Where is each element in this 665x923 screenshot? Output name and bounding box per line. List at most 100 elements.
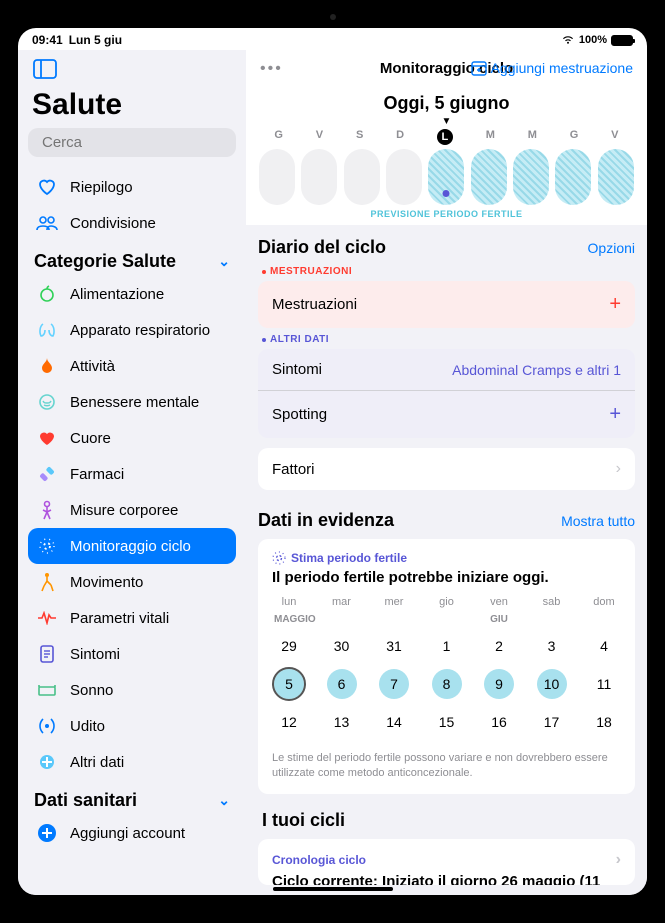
weekday-label: dom <box>589 596 619 608</box>
category-icon <box>36 355 58 377</box>
highlights-title: Dati in evidenza <box>258 510 394 531</box>
calendar-day[interactable]: 4 <box>589 631 619 661</box>
weekday-label: mar <box>327 596 357 608</box>
sidebar-item-category[interactable]: Alimentazione <box>28 276 236 312</box>
sidebar-item-category[interactable]: Sonno <box>28 672 236 708</box>
day-label: L <box>437 129 453 145</box>
day-oval[interactable] <box>598 149 634 205</box>
calendar-day[interactable]: 14 <box>379 707 409 737</box>
sidebar-label: Alimentazione <box>70 286 164 303</box>
sidebar-item-category[interactable]: Attività <box>28 348 236 384</box>
sidebar-item-category[interactable]: Misure corporee <box>28 492 236 528</box>
calendar-day[interactable]: 1 <box>432 631 462 661</box>
sidebar-label: Aggiungi account <box>70 825 185 842</box>
category-icon <box>36 427 58 449</box>
day-label: M <box>486 129 495 145</box>
sidebar-item-sharing[interactable]: Condivisione <box>28 205 236 241</box>
wifi-icon <box>561 35 575 45</box>
estimate-label: Stima periodo fertile <box>272 551 621 565</box>
sidebar-toggle-icon[interactable] <box>28 54 62 84</box>
search-input[interactable] <box>28 128 236 157</box>
category-icon <box>36 391 58 413</box>
sidebar-item-category[interactable]: Monitoraggio ciclo <box>28 528 236 564</box>
sidebar-item-category[interactable]: Apparato respiratorio <box>28 312 236 348</box>
disclaimer-text: Le stime del periodo fertile possono var… <box>272 751 621 782</box>
category-icon <box>36 679 58 701</box>
sidebar-label: Farmaci <box>70 466 124 483</box>
sidebar-label: Altri dati <box>70 754 124 771</box>
sidebar-label: Benessere mentale <box>70 394 199 411</box>
sidebar-item-add-account[interactable]: Aggiungi account <box>28 815 236 851</box>
category-icon <box>36 751 58 773</box>
day-oval[interactable] <box>471 149 507 205</box>
day-oval[interactable] <box>344 149 380 205</box>
calendar-day[interactable]: 5 <box>274 669 304 699</box>
calendar-day[interactable]: 30 <box>327 631 357 661</box>
day-label: D <box>396 129 404 145</box>
menstruation-row[interactable]: Mestruazioni + <box>258 281 635 328</box>
calendar-plus-icon <box>471 60 487 76</box>
sidebar-label: Parametri vitali <box>70 610 169 627</box>
plus-circle-icon <box>36 822 58 844</box>
sidebar-item-summary[interactable]: Riepilogo <box>28 169 236 205</box>
calendar-day[interactable]: 8 <box>432 669 462 699</box>
sidebar-label: Sonno <box>70 682 113 699</box>
calendar-day[interactable]: 3 <box>537 631 567 661</box>
calendar-day[interactable]: 6 <box>327 669 357 699</box>
category-icon <box>36 535 58 557</box>
factors-row[interactable]: Fattori › <box>258 448 635 490</box>
calendar-day[interactable]: 7 <box>379 669 409 699</box>
sidebar-label: Misure corporee <box>70 502 178 519</box>
diary-options-link[interactable]: Opzioni <box>588 240 635 256</box>
chronology-card[interactable]: Cronologia ciclo › Ciclo corrente: Inizi… <box>258 839 635 885</box>
chevron-down-icon: ⌄ <box>218 792 230 809</box>
sidebar-item-category[interactable]: Cuore <box>28 420 236 456</box>
sidebar-item-category[interactable]: Altri dati <box>28 744 236 780</box>
sidebar-item-category[interactable]: Udito <box>28 708 236 744</box>
sidebar-item-category[interactable]: Sintomi <box>28 636 236 672</box>
day-oval[interactable] <box>513 149 549 205</box>
day-oval[interactable] <box>428 149 464 205</box>
sidebar-label: Apparato respiratorio <box>70 322 210 339</box>
sidebar-label: Monitoraggio ciclo <box>70 538 191 555</box>
calendar-day[interactable]: 31 <box>379 631 409 661</box>
calendar-day[interactable]: 12 <box>274 707 304 737</box>
calendar-day[interactable]: 16 <box>484 707 514 737</box>
weekday-label: ven <box>484 596 514 608</box>
category-icon <box>36 607 58 629</box>
category-icon <box>36 319 58 341</box>
day-oval[interactable] <box>259 149 295 205</box>
symptoms-row[interactable]: Sintomi Abdominal Cramps e altri 1 <box>258 349 635 391</box>
week-strip[interactable]: GVSDLMMGV PREVISIONE PERIODO FERTILE <box>246 129 647 225</box>
sidebar-item-category[interactable]: Movimento <box>28 564 236 600</box>
calendar-day[interactable]: 29 <box>274 631 304 661</box>
day-label: G <box>570 129 579 145</box>
show-all-link[interactable]: Mostra tutto <box>561 513 635 529</box>
categories-header[interactable]: Categorie Salute ⌄ <box>28 241 236 276</box>
calendar-day[interactable]: 11 <box>589 669 619 699</box>
calendar-day[interactable]: 17 <box>537 707 567 737</box>
calendar-day[interactable]: 2 <box>484 631 514 661</box>
sidebar-label: Cuore <box>70 430 111 447</box>
weekday-label: gio <box>432 596 462 608</box>
sidebar-item-category[interactable]: Benessere mentale <box>28 384 236 420</box>
fertile-prediction-label: PREVISIONE PERIODO FERTILE <box>258 209 635 219</box>
sidebar-item-category[interactable]: Parametri vitali <box>28 600 236 636</box>
health-data-header[interactable]: Dati sanitari ⌄ <box>28 780 236 815</box>
day-oval[interactable] <box>555 149 591 205</box>
calendar-day[interactable]: 18 <box>589 707 619 737</box>
calendar-day[interactable]: 9 <box>484 669 514 699</box>
spotting-row[interactable]: Spotting + <box>258 391 635 438</box>
sidebar-label: Attività <box>70 358 115 375</box>
calendar-day[interactable]: 15 <box>432 707 462 737</box>
add-period-button[interactable]: Aggiungi mestruazione <box>471 60 633 76</box>
day-oval[interactable] <box>386 149 422 205</box>
sidebar-item-category[interactable]: Farmaci <box>28 456 236 492</box>
calendar-day[interactable]: 13 <box>327 707 357 737</box>
fertile-estimate-card[interactable]: Stima periodo fertile Il periodo fertile… <box>258 539 635 794</box>
more-icon[interactable]: ••• <box>260 60 283 78</box>
day-oval[interactable] <box>301 149 337 205</box>
chevron-right-icon: › <box>616 460 621 478</box>
home-indicator[interactable] <box>273 887 393 891</box>
calendar-day[interactable]: 10 <box>537 669 567 699</box>
